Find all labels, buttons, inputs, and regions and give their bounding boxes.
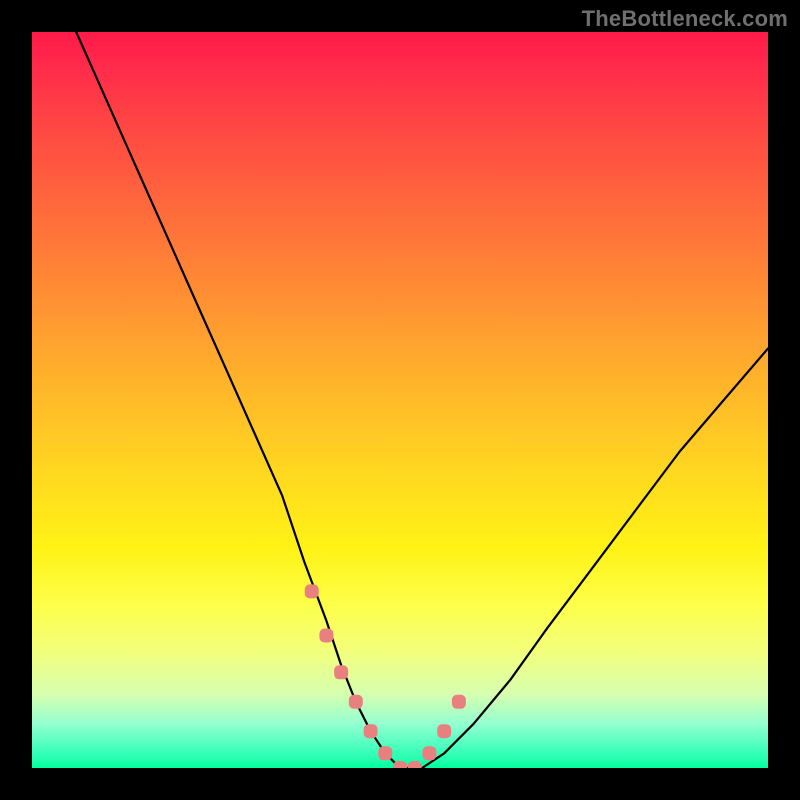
watermark-text: TheBottleneck.com <box>582 6 788 32</box>
pink-marker <box>334 665 348 679</box>
pink-markers-group <box>305 584 466 768</box>
pink-marker <box>437 724 451 738</box>
chart-svg <box>32 32 768 768</box>
pink-marker <box>305 584 319 598</box>
pink-marker <box>364 724 378 738</box>
chart-frame: TheBottleneck.com <box>0 0 800 800</box>
pink-marker <box>393 761 407 768</box>
pink-marker <box>378 746 392 760</box>
bottleneck-curve <box>76 32 768 768</box>
pink-marker <box>452 695 466 709</box>
plot-area <box>32 32 768 768</box>
pink-marker <box>319 629 333 643</box>
pink-marker <box>422 746 436 760</box>
pink-marker <box>408 761 422 768</box>
pink-marker <box>349 695 363 709</box>
